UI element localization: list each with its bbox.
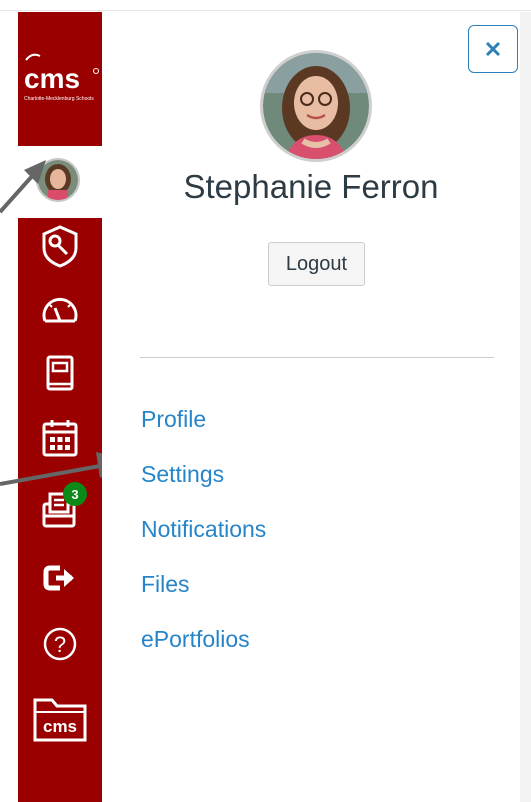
question-circle-icon: ? (43, 627, 77, 661)
logo-subtext: Charlotte-Mecklenburg Schools (24, 96, 94, 102)
close-button[interactable] (468, 25, 518, 73)
tray-divider (140, 357, 494, 358)
annotation-arrow-account (0, 160, 46, 214)
logo-wordmark: cms (24, 63, 80, 94)
book-icon (46, 355, 74, 391)
cms-folder-icon: cms (33, 698, 87, 742)
eportfolios-link[interactable]: ePortfolios (141, 612, 266, 667)
nav-cms-folder[interactable]: cms (18, 690, 102, 746)
settings-link[interactable]: Settings (141, 447, 266, 502)
close-icon (485, 41, 501, 57)
files-link[interactable]: Files (141, 557, 266, 612)
browser-top-edge (0, 0, 531, 11)
nav-help[interactable]: ? (18, 616, 102, 672)
svg-text:?: ? (54, 632, 66, 657)
global-navigation: cms Charlotte-Mecklenburg Schools 3 ? cm… (18, 12, 102, 802)
shield-wrench-icon (42, 225, 78, 268)
logo-graphic: cms Charlotte-Mecklenburg Schools (24, 53, 99, 102)
cms-folder-label: cms (43, 717, 77, 736)
profile-link[interactable]: Profile (141, 392, 266, 447)
nav-commons[interactable] (18, 550, 102, 606)
logout-button[interactable]: Logout (268, 242, 365, 286)
page-content-edge (520, 12, 531, 802)
profile-avatar (260, 50, 372, 162)
arrow-out-icon (43, 565, 74, 591)
notifications-link[interactable]: Notifications (141, 502, 266, 557)
account-links: Profile Settings Notifications Files ePo… (141, 392, 266, 667)
nav-courses[interactable] (18, 346, 102, 402)
account-tray: Stephanie Ferron Logout Profile Settings… (102, 12, 520, 802)
nav-dashboard[interactable] (18, 282, 102, 338)
speedometer-icon (42, 298, 78, 323)
cms-logo[interactable]: cms Charlotte-Mecklenburg Schools (18, 12, 102, 132)
user-name: Stephanie Ferron (183, 168, 439, 205)
nav-admin[interactable] (18, 218, 102, 274)
